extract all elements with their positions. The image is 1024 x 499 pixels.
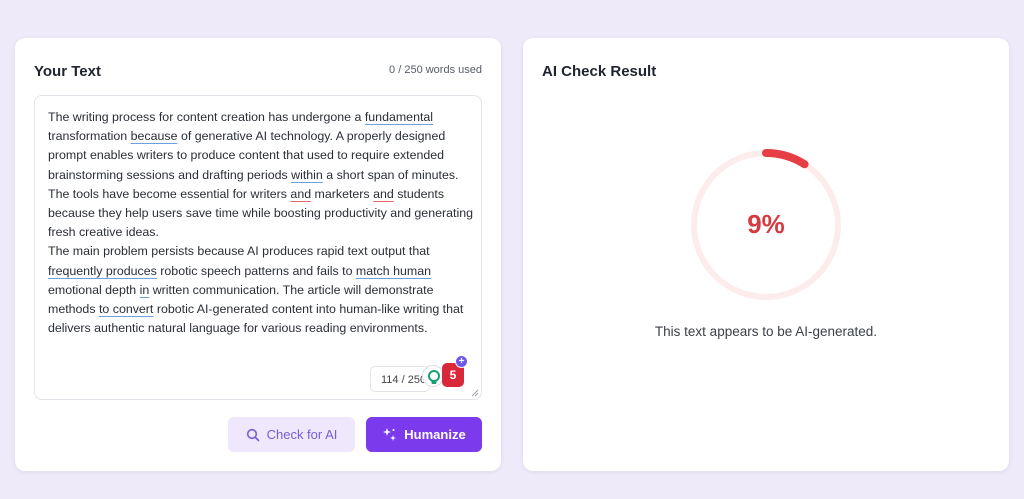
extension-icons: 5 + [422,355,472,387]
text-segment: The writing process for content creation… [48,110,365,124]
spellcheck-error: and [290,186,312,201]
text-word-counter: 114 / 250 [370,366,430,392]
humanize-button[interactable]: Humanize [366,417,482,452]
spellcheck-suggestion: within [291,167,323,182]
humanize-label: Humanize [404,427,466,442]
spellcheck-suggestion: fundamental [364,110,434,124]
spellcheck-suggestion: match human [355,263,431,278]
sparkle-icon [383,428,397,441]
text-segment: transformation [48,129,131,144]
check-for-ai-label: Check for AI [266,427,338,442]
word-usage-counter: 0 / 250 words used [389,64,482,76]
spellcheck-suggestion: frequently produces [48,263,157,278]
plus-icon[interactable]: + [455,355,468,368]
lightbulb-icon[interactable] [422,365,444,387]
check-for-ai-button[interactable]: Check for AI [228,417,355,452]
spellcheck-suggestion: to convert [98,302,154,317]
resize-handle-icon[interactable] [471,389,479,397]
text-segment: marketers [311,186,374,201]
spellcheck-suggestion: because [130,129,178,144]
text-input-area[interactable]: The writing process for content creation… [34,95,482,400]
result-message: This text appears to be AI-generated. [654,324,878,339]
text-segment: The main problem persists because AI pro… [48,244,430,259]
text-input-panel: Your Text 0 / 250 words used The writing… [15,38,501,471]
text-segment: emotional depth [48,282,140,297]
panel-title: Your Text [34,63,101,80]
search-icon [246,428,259,441]
spellcheck-error: and [373,186,394,201]
spellcheck-suggestion: in [139,282,150,297]
panel-title: AI Check Result [542,63,657,80]
text-content[interactable]: The writing process for content creation… [48,108,473,338]
paragraph-2: The main problem persists because AI pro… [48,242,473,338]
text-segment: robotic speech patterns and fails to [156,263,356,278]
ai-score-value: 9% [747,209,785,239]
ai-check-result-panel: AI Check Result 9% This text appears to … [523,38,1009,471]
paragraph-1: The writing process for content creation… [48,108,473,242]
